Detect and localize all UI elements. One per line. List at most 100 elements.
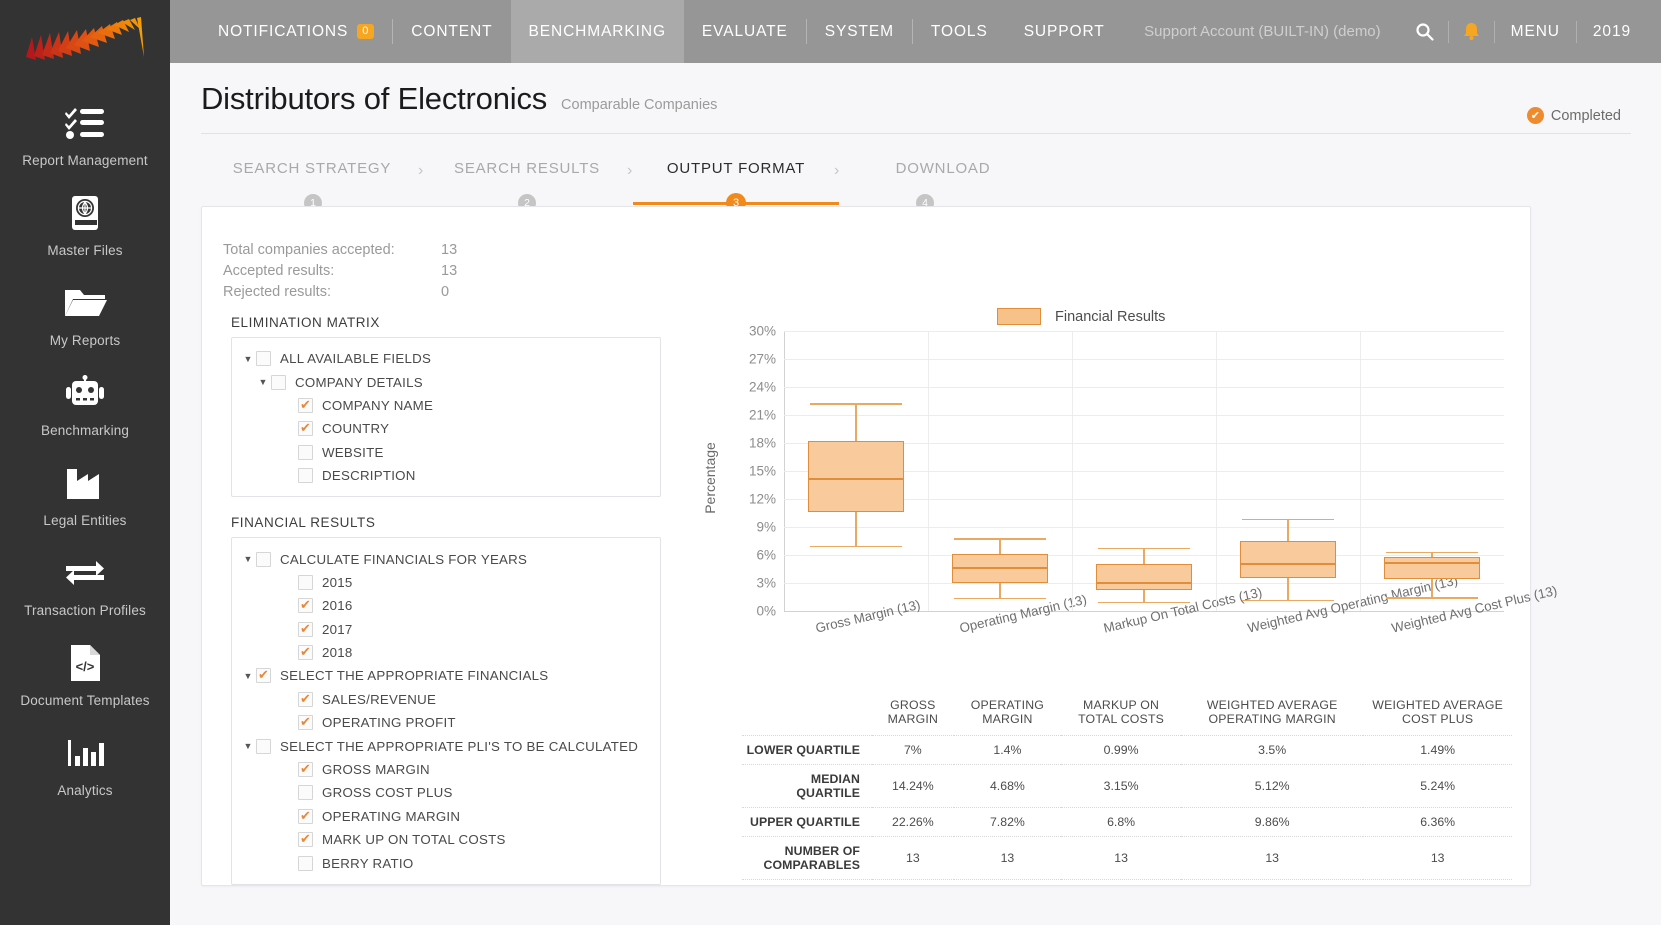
checkbox[interactable]	[298, 643, 313, 661]
summary-value: 0	[441, 284, 450, 300]
checkbox[interactable]	[298, 419, 313, 437]
step-search-results[interactable]: SEARCH RESULTS	[423, 160, 631, 177]
tree-item-label: 2017	[322, 621, 353, 637]
nav-label: TOOLS	[930, 22, 988, 40]
table-cell: 6.8%	[1107, 815, 1136, 829]
checkbox[interactable]	[298, 468, 313, 484]
status-badge: ✔ Completed	[1526, 107, 1621, 124]
step-search-strategy[interactable]: SEARCH STRATEGY	[201, 160, 423, 177]
elimination-matrix-item-row[interactable]: ▼ COMPANY DETAILS	[232, 370, 660, 393]
checkbox[interactable]	[298, 690, 313, 707]
sidebar-item-transaction-profiles[interactable]: Transaction Profiles	[0, 538, 170, 628]
elimination-matrix-item-row[interactable]: ▼ ALL AVAILABLE FIELDS	[232, 347, 660, 370]
checkbox[interactable]	[298, 713, 313, 731]
nav-system[interactable]: SYSTEM	[807, 0, 912, 63]
financial-results-item-row[interactable]: ▼ OPERATING PROFIT	[232, 711, 660, 734]
checkbox[interactable]	[298, 830, 313, 848]
exchange-arrows-icon	[64, 552, 106, 594]
sidebar-item-master-files[interactable]: Master Files	[0, 178, 170, 268]
financial-results-tree: ▼ CALCULATE FINANCIALS FOR YEARS ▼ 2015 ▼ 201…	[231, 537, 661, 885]
financial-results-item-row[interactable]: ▼ 2018	[232, 641, 660, 664]
search-icon[interactable]	[1401, 22, 1448, 41]
financial-results-item-row[interactable]: ▼ GROSS COST PLUS	[232, 781, 660, 804]
checkbox[interactable]	[256, 551, 271, 567]
financial-results-item-row[interactable]: ▼ SELECT THE APPROPRIATE FINANCIALS	[232, 664, 660, 687]
checkbox[interactable]	[298, 596, 313, 614]
nav-support[interactable]: SUPPORT	[1006, 0, 1123, 63]
gridline: 21%	[749, 408, 1504, 423]
checkbox[interactable]	[256, 351, 271, 367]
checkbox[interactable]	[256, 666, 271, 684]
financial-results-item-row[interactable]: ▼ SALES/REVENUE	[232, 688, 660, 711]
nav-label: EVALUATE	[701, 22, 788, 40]
nav-tools[interactable]: TOOLS	[913, 0, 1006, 63]
checkbox[interactable]	[298, 444, 313, 460]
financial-results-item-row[interactable]: ▼ BERRY RATIO	[232, 851, 660, 874]
caret-down-icon[interactable]: ▼	[240, 741, 256, 751]
year-selector[interactable]: 2019	[1577, 23, 1647, 41]
chart-plot-area: 0% 3% 6% 9% 12% 15% 18% 21% 24% 27% 30% Gross Margi…	[749, 324, 1559, 636]
corner-cell	[742, 691, 872, 736]
sidebar-item-benchmarking[interactable]: Benchmarking	[0, 358, 170, 448]
wizard-stepper: SEARCH STRATEGY 1 › SEARCH RESULTS 2 › O…	[201, 152, 1631, 214]
financial-results-item-row[interactable]: ▼ OPERATING MARGIN	[232, 805, 660, 828]
elimination-matrix-item-row[interactable]: ▼ COUNTRY	[232, 417, 660, 440]
y-axis-tick: 24%	[748, 379, 776, 395]
nav-label: CONTENT	[411, 22, 493, 40]
nav-notifications[interactable]: NOTIFICATIONS 0	[200, 0, 392, 63]
sidebar-item-report-management[interactable]: Report Management	[0, 88, 170, 178]
financial-results-item-row[interactable]: ▼ 2016	[232, 594, 660, 617]
tree-item-label: 2018	[322, 645, 353, 661]
whisker-stem-lower	[999, 583, 1001, 598]
caret-down-icon[interactable]: ▼	[255, 377, 271, 387]
caret-down-icon[interactable]: ▼	[240, 354, 256, 364]
gridline: 27%	[749, 352, 1504, 367]
sidebar-item-analytics[interactable]: Analytics	[0, 718, 170, 808]
checkbox[interactable]	[298, 807, 313, 824]
bar-chart-icon	[66, 732, 104, 774]
step-download[interactable]: DOWNLOAD	[839, 160, 1047, 177]
elimination-matrix-item-row[interactable]: ▼ COMPANY NAME	[232, 394, 660, 417]
table-cell: 1.49%	[1420, 743, 1456, 757]
financial-results-item-row[interactable]: ▼ GROSS MARGIN	[232, 758, 660, 781]
nav-content[interactable]: CONTENT	[393, 0, 510, 63]
sidebar-item-legal-entities[interactable]: Legal Entities	[0, 448, 170, 538]
financial-results-item-row[interactable]: ▼ CALCULATE FINANCIALS FOR YEARS	[232, 547, 660, 570]
gridline: 9%	[756, 520, 1504, 535]
y-axis-tick: 12%	[748, 491, 776, 507]
sidebar-item-my-reports[interactable]: My Reports	[0, 268, 170, 358]
financial-results-item-row[interactable]: ▼ SELECT THE APPROPRIATE PLI'S TO BE CALC…	[232, 734, 660, 757]
checkbox[interactable]	[298, 574, 313, 590]
caret-placeholder: ▼	[282, 694, 298, 704]
financial-results-item-row[interactable]: ▼ 2015	[232, 571, 660, 594]
step-output-format[interactable]: OUTPUT FORMAT	[633, 160, 839, 177]
checkbox[interactable]	[271, 374, 286, 390]
financial-results-item-row[interactable]: ▼ 2017	[232, 618, 660, 641]
checkbox[interactable]	[256, 738, 271, 754]
financial-results-item-row[interactable]: ▼ MARK UP ON TOTAL COSTS	[232, 828, 660, 851]
elimination-matrix-item-row[interactable]: ▼ WEBSITE	[232, 441, 660, 464]
checkbox[interactable]	[298, 396, 313, 413]
caret-placeholder: ▼	[282, 577, 298, 587]
checkbox[interactable]	[298, 760, 313, 778]
step-label: SEARCH STRATEGY	[232, 160, 392, 177]
checkbox[interactable]	[298, 785, 313, 801]
nav-benchmarking[interactable]: BENCHMARKING	[510, 0, 684, 63]
summary-label: Total companies accepted:	[223, 242, 395, 258]
elimination-matrix-item-row[interactable]: ▼ DESCRIPTION	[232, 464, 660, 487]
bell-icon[interactable]	[1449, 22, 1494, 41]
checkbox[interactable]	[298, 620, 313, 637]
caret-down-icon[interactable]: ▼	[240, 671, 256, 681]
column-header: MARKUP ON TOTAL COSTS	[1078, 698, 1165, 726]
app-logo[interactable]	[0, 0, 170, 88]
menu-button[interactable]: MENU	[1495, 23, 1576, 41]
sidebar-item-document-templates[interactable]: </> Document Templates	[0, 628, 170, 718]
notifications-badge: 0	[357, 24, 375, 39]
vertical-gridline	[1360, 331, 1361, 611]
tree-item-label: OPERATING MARGIN	[322, 808, 461, 824]
nav-evaluate[interactable]: EVALUATE	[684, 0, 806, 63]
statistics-table: GROSS MARGIN OPERATING MARGIN MARKUP ON …	[742, 691, 1512, 880]
top-navigation-bar: NOTIFICATIONS 0 CONTENT BENCHMARKING EVA…	[170, 0, 1661, 63]
checkbox[interactable]	[298, 855, 313, 871]
caret-down-icon[interactable]: ▼	[240, 554, 256, 564]
